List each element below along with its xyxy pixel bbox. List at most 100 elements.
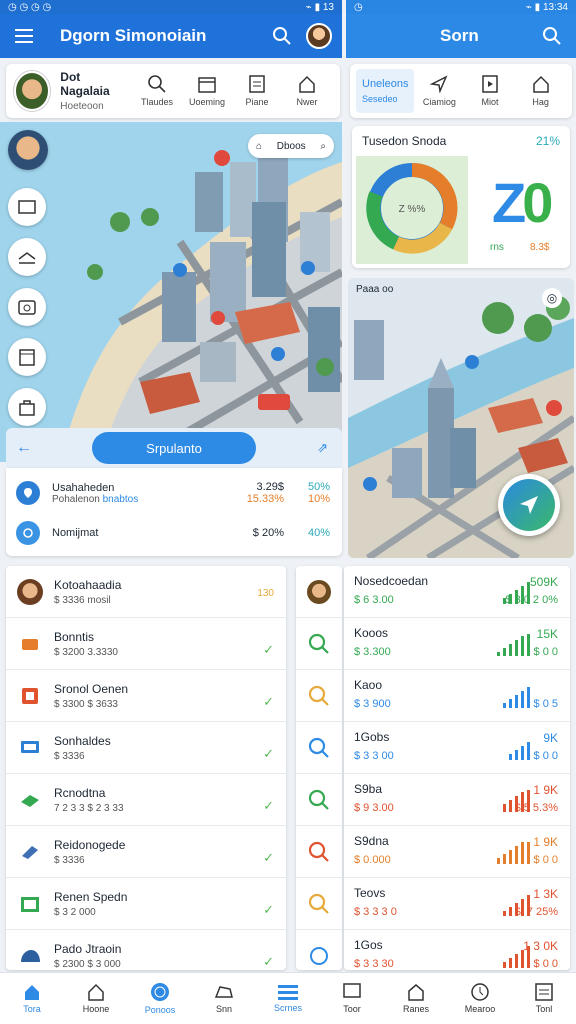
metric-change: $ 0 0 bbox=[533, 750, 558, 762]
list-item[interactable]: Bonntis $ 3200 3.3330 ✓ bbox=[6, 618, 286, 670]
share-icon[interactable]: ⇗ bbox=[317, 440, 328, 456]
id-card-icon[interactable] bbox=[8, 188, 46, 226]
quick-action-home[interactable]: Nwer bbox=[282, 75, 332, 107]
house-icon bbox=[88, 983, 104, 1001]
avatar[interactable] bbox=[296, 566, 342, 618]
summary-card[interactable]: Tusedon Snoda 21% Z %% Z0 rns 8.3$ bbox=[352, 126, 570, 268]
stats-card: Usahaheden Pohalenon bnabtos 3.29$ 15.33%… bbox=[6, 468, 342, 556]
metric-change: $ 0 0 bbox=[533, 958, 558, 970]
quick-action-label: Piane bbox=[245, 97, 269, 107]
list-item[interactable]: Rcnodtna 7 2 3 3 $ 2 3 33 ✓ bbox=[6, 774, 286, 826]
settings-icon[interactable]: ◎ bbox=[542, 288, 562, 308]
list-title: Bonntis bbox=[54, 629, 95, 644]
metric-value: 1 3 0K bbox=[523, 939, 558, 953]
list-title: Renen Spedn bbox=[54, 889, 128, 904]
check-icon: ✓ bbox=[263, 642, 274, 657]
metric-row[interactable]: S9dna $ 0.000 1 9K $ 0 0 bbox=[344, 826, 570, 878]
list-subtitle: $ 3336 mosil bbox=[54, 594, 111, 606]
status-time: 13:34 bbox=[542, 1, 568, 13]
list-subtitle: $ 3336 bbox=[54, 854, 85, 866]
spark-bar bbox=[509, 907, 512, 916]
avatar bbox=[16, 578, 44, 606]
tab-selected[interactable]: Uneleons Sesedeo bbox=[356, 69, 414, 113]
bag-icon[interactable] bbox=[8, 388, 46, 426]
nav-label: Ponoos bbox=[144, 1005, 176, 1015]
search-icon[interactable] bbox=[538, 22, 566, 50]
app-title: Dgorn Simonoiain bbox=[60, 26, 207, 45]
nav-item-menu[interactable]: Tonl bbox=[512, 973, 576, 1024]
quick-action-calendar[interactable]: Uoeming bbox=[182, 75, 232, 107]
search-icon[interactable] bbox=[296, 826, 342, 878]
metric-row[interactable]: S9ba $ 9 3.00 1 9K $ 5 5.3% bbox=[344, 774, 570, 826]
search-icon[interactable] bbox=[296, 618, 342, 670]
map-search-text: Dboos bbox=[276, 140, 306, 152]
metric-row[interactable]: 1Gobs $ 3 3 00 9K $ 0 0 bbox=[344, 722, 570, 774]
nav-item-home[interactable]: Tora bbox=[0, 973, 64, 1024]
list-item[interactable]: Kotoahaadia $ 3336 mosil 130 bbox=[6, 566, 286, 618]
spark-bar bbox=[515, 695, 518, 708]
stat-row[interactable]: Nomijmat $ 20% 40% bbox=[16, 516, 330, 550]
city-map-right[interactable]: Paaa oo ◎ bbox=[348, 278, 574, 558]
nav-item-house[interactable]: Hoone bbox=[64, 973, 128, 1024]
nav-item-clock[interactable]: Mearoo bbox=[448, 973, 512, 1024]
tab-sublabel: Sesedeo bbox=[362, 94, 398, 104]
map-tag: Paaa oo bbox=[356, 284, 394, 295]
home-icon bbox=[25, 985, 39, 1000]
metric-row[interactable]: Kooos $ 3.300 15K $ 0 0 bbox=[344, 618, 570, 670]
tab-play[interactable]: Miot bbox=[465, 75, 516, 107]
status-icons: ◷ ◷ ◷ ◷ bbox=[8, 1, 52, 13]
status-bar-right: ◷ ⌁ ▮ 13:34 bbox=[346, 0, 576, 14]
check-icon: ✓ bbox=[263, 694, 274, 709]
nav-item-chat[interactable]: Toor bbox=[320, 973, 384, 1024]
list-item[interactable]: Reidonogede $ 3336 ✓ bbox=[6, 826, 286, 878]
search-icon bbox=[148, 75, 166, 93]
tab-home[interactable]: Hag bbox=[515, 75, 566, 107]
spark-bar bbox=[503, 962, 506, 968]
monitor-icon bbox=[16, 734, 44, 762]
stat-row[interactable]: Usahaheden Pohalenon bnabtos 3.29$ 15.33%… bbox=[16, 476, 330, 510]
stat-sub-link[interactable]: bnabtos bbox=[103, 494, 139, 505]
calendar-icon[interactable] bbox=[8, 338, 46, 376]
navigate-button[interactable] bbox=[498, 474, 560, 536]
list-title: Reidonogede bbox=[54, 837, 126, 852]
spark-bar bbox=[497, 652, 500, 656]
menu-icon[interactable] bbox=[10, 22, 38, 50]
profile-fab[interactable] bbox=[8, 130, 48, 170]
search-icon[interactable] bbox=[296, 774, 342, 826]
list-icon bbox=[278, 985, 298, 1000]
camera-icon[interactable] bbox=[8, 288, 46, 326]
primary-action-button[interactable]: Srpulanto bbox=[92, 432, 256, 464]
donut-panel: Z %% bbox=[356, 156, 468, 264]
search-icon[interactable] bbox=[268, 22, 296, 50]
quick-action-document[interactable]: Piane bbox=[232, 75, 282, 107]
list-item[interactable]: Renen Spedn $ 3 2 000 ✓ bbox=[6, 878, 286, 930]
nav-item-bag[interactable]: Ranes bbox=[384, 973, 448, 1024]
list-item[interactable]: Sronol Oenen $ 3300 $ 3633 ✓ bbox=[6, 670, 286, 722]
search-icon[interactable] bbox=[296, 670, 342, 722]
map-search[interactable]: ⌂ Dboos ⌕ bbox=[248, 134, 334, 158]
profile-avatar[interactable] bbox=[14, 71, 51, 111]
metric-sparkbars bbox=[497, 634, 530, 656]
check-icon: ✓ bbox=[263, 954, 274, 969]
city-map[interactable]: ⌂ Dboos ⌕ bbox=[0, 122, 342, 462]
search-icon[interactable] bbox=[296, 878, 342, 930]
metric-row[interactable]: Kaoo $ 3 900 $ 0 5 bbox=[344, 670, 570, 722]
list-item[interactable]: Sonhaldes $ 3336 ✓ bbox=[6, 722, 286, 774]
tab-navigate[interactable]: Ciamiog bbox=[414, 75, 465, 107]
user-icon bbox=[16, 521, 40, 545]
avatar[interactable] bbox=[306, 23, 332, 49]
metric-value: 509K bbox=[529, 575, 558, 589]
big-number: Z0 bbox=[492, 170, 553, 235]
nav-item-list[interactable]: Scrnes bbox=[256, 973, 320, 1024]
back-icon[interactable]: ← bbox=[16, 439, 32, 457]
layers-icon[interactable] bbox=[8, 238, 46, 276]
folder-icon bbox=[16, 630, 44, 658]
metric-sparkbars bbox=[497, 842, 530, 864]
metric-row[interactable]: Teovs $ 3 3 3 01 3K $. 7 25% bbox=[344, 878, 570, 930]
nav-item-car[interactable]: Snn bbox=[192, 973, 256, 1024]
metric-row[interactable]: Nosedcoedan $ 6 3.00 509K $ 3 0 2 0% bbox=[344, 566, 570, 618]
quick-action-label: Uoeming bbox=[188, 97, 226, 107]
quick-action-search[interactable]: Tlaudes bbox=[132, 75, 182, 107]
search-icon[interactable] bbox=[296, 722, 342, 774]
nav-item-globe[interactable]: Ponoos bbox=[128, 973, 192, 1024]
